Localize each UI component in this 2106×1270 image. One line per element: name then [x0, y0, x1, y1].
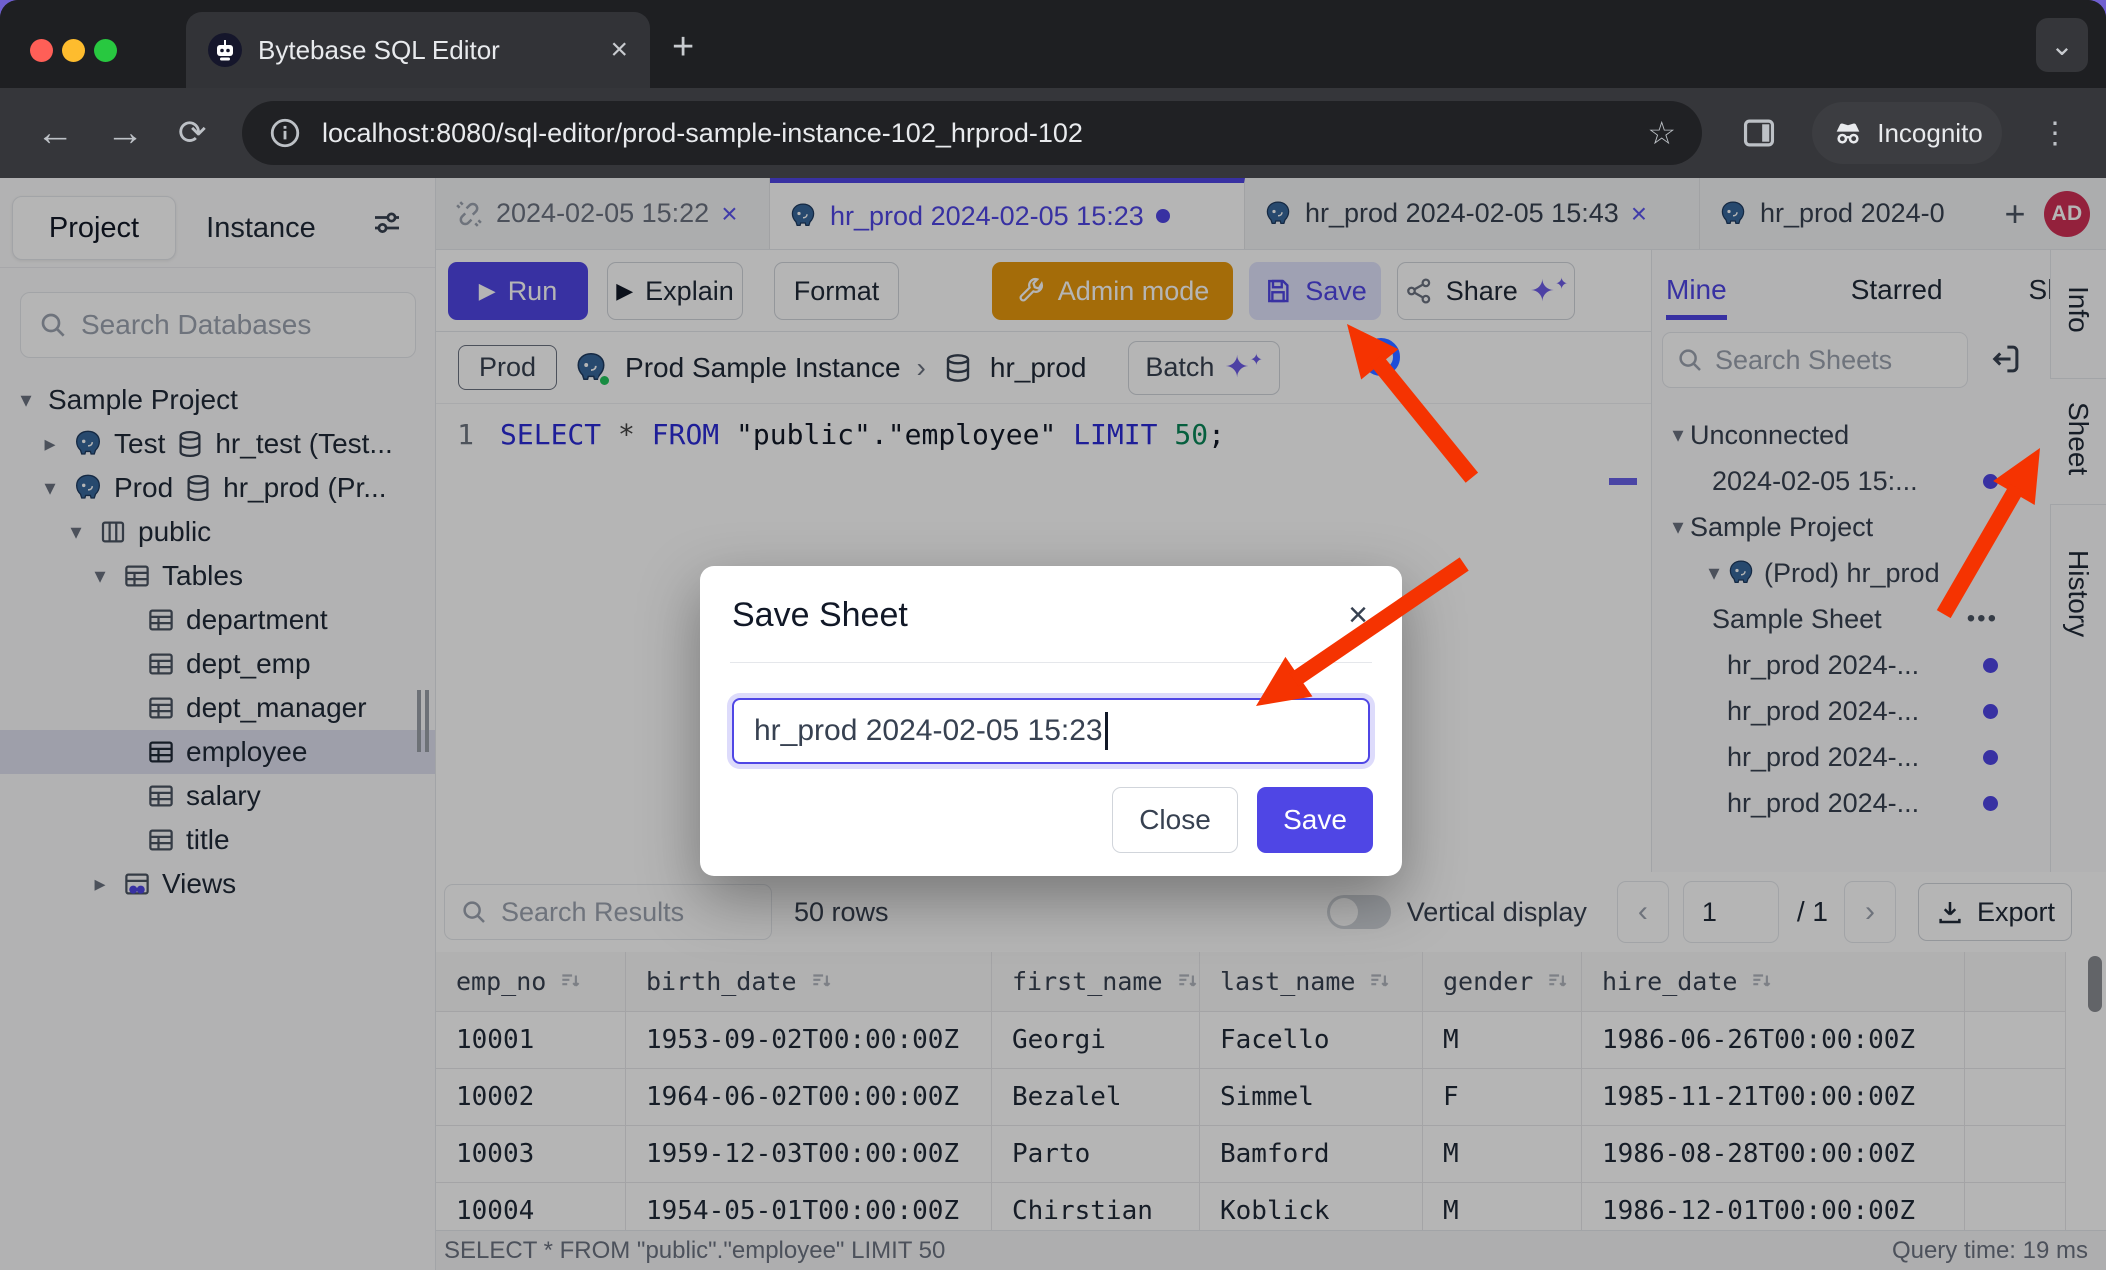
browser-tabstrip: Bytebase SQL Editor × + ⌄: [0, 0, 2106, 88]
dialog-save-button[interactable]: Save: [1257, 787, 1373, 853]
traffic-light-minimize[interactable]: [62, 39, 85, 62]
bytebase-favicon-icon: [208, 33, 242, 67]
browser-chrome: Bytebase SQL Editor × + ⌄ ← → ⟳ localhos…: [0, 0, 2106, 178]
side-panel-icon[interactable]: [1740, 88, 1778, 178]
dialog-close-button[interactable]: Close: [1112, 787, 1238, 853]
tab-close-icon[interactable]: ×: [610, 35, 628, 65]
screen: Bytebase SQL Editor × + ⌄ ← → ⟳ localhos…: [0, 0, 2106, 1270]
new-tab-button[interactable]: +: [672, 28, 694, 66]
sheet-name-value: hr_prod 2024-02-05 15:23: [754, 714, 1103, 748]
address-bar[interactable]: localhost:8080/sql-editor/prod-sample-in…: [242, 101, 1702, 165]
site-info-icon[interactable]: [268, 116, 302, 150]
url-text[interactable]: localhost:8080/sql-editor/prod-sample-in…: [322, 118, 1627, 149]
browser-toolbar: ← → ⟳ localhost:8080/sql-editor/prod-sam…: [0, 88, 2106, 178]
incognito-label: Incognito: [1877, 118, 1983, 149]
reload-button[interactable]: ⟳: [178, 88, 207, 178]
traffic-light-zoom[interactable]: [94, 39, 117, 62]
tab-search-button[interactable]: ⌄: [2036, 18, 2088, 72]
browser-tab-title: Bytebase SQL Editor: [258, 35, 594, 66]
save-sheet-dialog: Save Sheet × hr_prod 2024-02-05 15:23 Cl…: [700, 566, 1402, 876]
incognito-icon: [1831, 116, 1865, 150]
bookmark-star-icon[interactable]: ☆: [1647, 114, 1676, 152]
forward-button[interactable]: →: [106, 88, 144, 178]
incognito-badge: Incognito: [1812, 102, 2002, 164]
dialog-title: Save Sheet: [732, 596, 908, 635]
text-cursor: [1105, 712, 1108, 750]
browser-menu-icon[interactable]: ⋮: [2040, 88, 2070, 178]
traffic-light-close[interactable]: [30, 39, 53, 62]
chevron-down-icon: ⌄: [2050, 29, 2073, 62]
back-button[interactable]: ←: [36, 88, 74, 178]
browser-tab[interactable]: Bytebase SQL Editor ×: [186, 12, 650, 88]
